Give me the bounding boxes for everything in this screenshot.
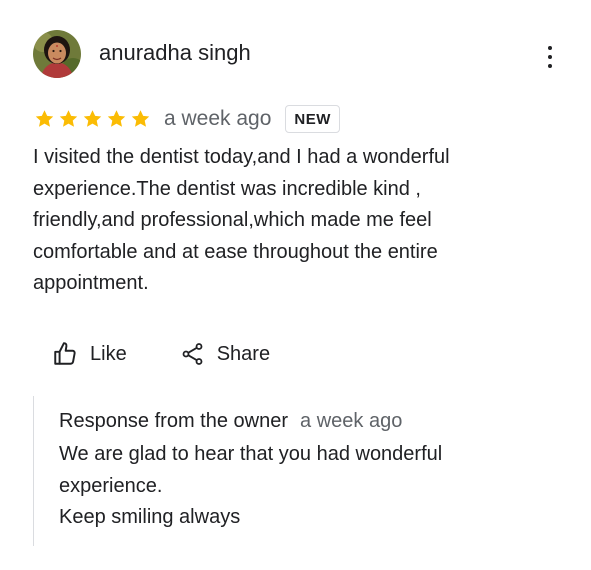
owner-response: Response from the owner a week ago We are…: [33, 396, 554, 546]
share-label: Share: [216, 342, 271, 365]
reviewer-name[interactable]: anuradha singh: [99, 40, 251, 66]
star-icon: [59, 110, 78, 127]
star-icon: [83, 110, 102, 127]
owner-response-title: Response from the owner: [59, 410, 289, 432]
owner-response-line: Keep smiling always: [59, 506, 241, 528]
owner-response-header: Response from the owner a week ago: [59, 410, 402, 433]
review-actions: Like Share: [52, 339, 270, 369]
owner-response-text: We are glad to hear that you had wonderf…: [59, 439, 519, 534]
owner-response-line: We are glad to hear that you had wonderf…: [59, 443, 443, 465]
avatar[interactable]: [33, 30, 81, 78]
share-icon: [182, 343, 203, 365]
star-icon: [35, 110, 54, 127]
share-button[interactable]: Share: [181, 341, 270, 367]
like-button[interactable]: Like: [52, 341, 127, 367]
rating-row: a week ago NEW: [33, 103, 340, 135]
owner-response-time: a week ago: [300, 410, 403, 432]
new-badge: NEW: [285, 105, 340, 133]
review-text: I visited the dentist today,and I had a …: [33, 146, 450, 294]
thumb-up-icon: [54, 342, 76, 365]
star-icon: [131, 110, 150, 127]
more-options-icon[interactable]: [540, 44, 560, 70]
owner-response-line: experience.: [59, 474, 163, 497]
star-icon: [107, 110, 126, 127]
like-label: Like: [90, 342, 127, 365]
review-time: a week ago: [164, 107, 272, 130]
star-rating: [33, 108, 152, 130]
